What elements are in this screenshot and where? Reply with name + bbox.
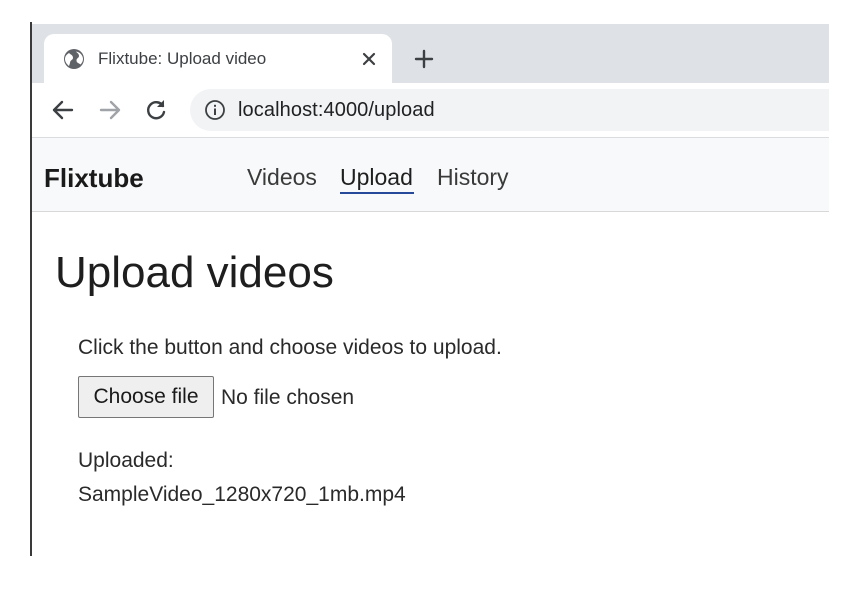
- choose-file-button[interactable]: Choose file: [78, 376, 214, 418]
- file-status: No file chosen: [221, 386, 355, 409]
- info-icon[interactable]: [204, 99, 226, 121]
- address-bar[interactable]: localhost:4000/upload: [190, 89, 829, 131]
- upload-instructions: Click the button and choose videos to up…: [78, 336, 502, 359]
- uploaded-label: Uploaded:: [78, 449, 174, 472]
- page-title: Upload videos: [55, 248, 334, 297]
- reload-icon[interactable]: [143, 97, 169, 123]
- arrow-right-icon[interactable]: [97, 97, 123, 123]
- globe-icon: [62, 47, 86, 71]
- browser-tab-active[interactable]: Flixtube: Upload video: [44, 34, 392, 83]
- close-icon[interactable]: [358, 48, 380, 70]
- nav-link-upload[interactable]: Upload: [340, 162, 413, 192]
- nav-link-videos[interactable]: Videos: [247, 162, 317, 192]
- arrow-left-icon[interactable]: [50, 97, 76, 123]
- plus-icon[interactable]: [412, 47, 436, 71]
- uploaded-file-item: SampleVideo_1280x720_1mb.mp4: [78, 483, 406, 506]
- tab-title: Flixtube: Upload video: [98, 48, 267, 68]
- nav-link-history[interactable]: History: [437, 162, 509, 192]
- active-nav-underline: [340, 192, 414, 194]
- app-navbar: [32, 138, 829, 212]
- url-text: localhost:4000/upload: [238, 98, 435, 121]
- brand-logo[interactable]: Flixtube: [44, 162, 144, 194]
